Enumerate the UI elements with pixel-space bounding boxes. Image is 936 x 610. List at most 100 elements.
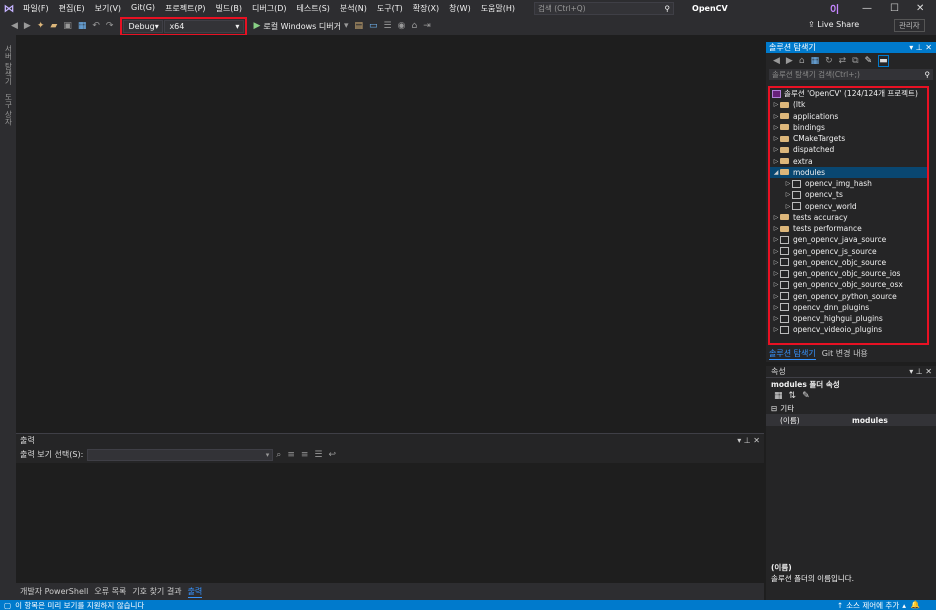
expand-arrow-icon[interactable]: ▷ <box>772 146 780 153</box>
solution-root[interactable]: 솔루션 'OpenCV' (124/124개 프로젝트) <box>770 88 927 99</box>
tree-item[interactable]: ▷ tests performance <box>770 223 927 234</box>
platform-dropdown[interactable]: x64 ▾ <box>164 19 245 33</box>
align-left-icon[interactable]: ≡ <box>287 450 295 460</box>
window-icon[interactable]: ▭ <box>369 21 378 31</box>
output-body[interactable] <box>16 463 764 584</box>
chevron-down-icon[interactable]: ▾ <box>344 21 349 31</box>
switch-view-icon[interactable]: ▦ <box>811 56 820 66</box>
browse-icon[interactable]: ▤ <box>355 21 364 31</box>
tree-item[interactable]: ▷ gen_opencv_python_source <box>770 291 927 302</box>
properties-wrench-icon[interactable]: ✎ <box>865 56 873 66</box>
search-input[interactable]: 검색 (Ctrl+Q) ⚲ <box>534 2 675 15</box>
home-icon[interactable]: ⌂ <box>799 56 805 66</box>
menu-item[interactable]: 분석(N) <box>335 3 372 14</box>
tree-item[interactable]: ▷ opencv_highgui_plugins <box>770 313 927 324</box>
tree-item[interactable]: ▷ opencv_world <box>770 201 927 212</box>
clear-icon[interactable]: ☰ <box>314 450 322 460</box>
expand-arrow-icon[interactable]: ▷ <box>772 293 780 300</box>
history-icon[interactable]: ↻ <box>825 56 833 66</box>
expand-arrow-icon[interactable]: ▷ <box>784 191 792 198</box>
forward-icon[interactable]: ▶ <box>24 21 31 31</box>
menu-item[interactable]: 프로젝트(P) <box>160 3 211 14</box>
open-folder-icon[interactable]: ▰ <box>50 21 57 31</box>
tree-item[interactable]: ▷ gen_opencv_objc_source <box>770 257 927 268</box>
menu-item[interactable]: 창(W) <box>444 3 476 14</box>
notification-icon[interactable]: 🔔 <box>911 600 920 609</box>
tab-find-symbol-results[interactable]: 기호 찾기 결과 <box>132 586 181 597</box>
properties-subject[interactable]: modules 폴더 속성 <box>766 378 936 390</box>
tree-item[interactable]: ▷ CMakeTargets <box>770 133 927 144</box>
tree-item[interactable]: ▷ gen_opencv_js_source <box>770 246 927 257</box>
solution-search-input[interactable]: 솔루션 탐색기 검색(Ctrl+;) ⚲ <box>769 69 933 80</box>
tree-item[interactable]: ▷ (ltk <box>770 99 927 110</box>
export-icon[interactable]: ⇥ <box>423 21 431 31</box>
tree-item[interactable]: ▷ opencv_dnn_plugins <box>770 302 927 313</box>
undo-icon[interactable]: ↶ <box>92 21 100 31</box>
menu-item[interactable]: Git(G) <box>126 3 160 14</box>
expand-arrow-icon[interactable]: ▷ <box>772 281 780 288</box>
home-icon[interactable]: ⌂ <box>411 21 417 31</box>
menu-item[interactable]: 디버그(D) <box>247 3 291 14</box>
output-source-select[interactable]: ▾ <box>87 448 274 461</box>
tree-item[interactable]: ▷ gen_opencv_objc_source_ios <box>770 268 927 279</box>
back-icon[interactable]: ◀ <box>11 21 18 31</box>
tree-item[interactable]: ◢ modules <box>770 166 927 178</box>
expand-arrow-icon[interactable]: ▷ <box>772 113 780 120</box>
start-debug-icon[interactable]: ▶ <box>253 21 260 31</box>
user-avatar[interactable]: 이 <box>830 1 839 16</box>
tree-item[interactable]: ▷ opencv_img_hash <box>770 178 927 189</box>
menu-item[interactable]: 보기(V) <box>90 3 126 14</box>
tree-item[interactable]: ▷ gen_opencv_java_source <box>770 234 927 245</box>
menu-item[interactable]: 확장(X) <box>408 3 444 14</box>
tab-git-changes[interactable]: Git 변경 내용 <box>822 348 868 359</box>
new-item-icon[interactable]: ✦ <box>37 21 45 31</box>
alphabetical-icon[interactable]: ⇅ <box>789 391 797 401</box>
expand-arrow-icon[interactable]: ▷ <box>772 225 780 232</box>
align-right-icon[interactable]: ≡ <box>301 450 309 460</box>
expand-arrow-icon[interactable]: ▷ <box>772 326 780 333</box>
categorized-icon[interactable]: ▦ <box>774 391 783 401</box>
menu-item[interactable]: 테스트(S) <box>292 3 335 14</box>
close-icon[interactable]: ✕ <box>916 0 924 17</box>
panel-controls-icon[interactable]: ▾ ⊥ ✕ <box>909 43 932 52</box>
camera-icon[interactable]: ◉ <box>398 21 406 31</box>
panel-controls-icon[interactable]: ▾ ⊥ ✕ <box>737 436 760 445</box>
tree-item[interactable]: ▷ opencv_ts <box>770 189 927 200</box>
menu-item[interactable]: 편집(E) <box>54 3 90 14</box>
menu-item[interactable]: 도구(T) <box>372 3 408 14</box>
preview-icon[interactable]: ▬ <box>878 55 889 67</box>
visual-studio-logo-icon[interactable]: ⋈ <box>0 0 18 17</box>
menu-item[interactable]: 파일(F) <box>18 3 54 14</box>
pending-changes-icon[interactable]: ⧉ <box>852 56 858 66</box>
expand-arrow-icon[interactable]: ▷ <box>772 236 780 243</box>
expand-arrow-icon[interactable]: ▷ <box>772 270 780 277</box>
expand-arrow-icon[interactable]: ▷ <box>784 203 792 210</box>
expand-arrow-icon[interactable]: ▷ <box>772 214 780 221</box>
toolbox-tab[interactable]: 도구 상자 <box>3 93 14 125</box>
tree-item[interactable]: ▷ extra <box>770 156 927 167</box>
expand-arrow-icon[interactable]: ▷ <box>772 135 780 142</box>
property-row-name[interactable]: (이름) modules <box>766 414 936 426</box>
menu-item[interactable]: 빌드(B) <box>211 3 247 14</box>
admin-badge[interactable]: 관리자 <box>894 19 925 32</box>
find-icon[interactable]: ⌕ <box>276 450 281 460</box>
tree-item[interactable]: ▷ tests accuracy <box>770 212 927 223</box>
tree-item[interactable]: ▷ opencv_videoio_plugins <box>770 324 927 335</box>
tree-item[interactable]: ▷ gen_opencv_objc_source_osx <box>770 279 927 290</box>
wrench-icon[interactable]: ✎ <box>802 391 810 401</box>
property-category[interactable]: ⊟ 기타 <box>766 402 936 414</box>
expand-arrow-icon[interactable]: ◢ <box>772 169 780 176</box>
sync-icon[interactable]: ⇄ <box>839 56 847 66</box>
tab-output[interactable]: 출력 <box>187 586 203 598</box>
live-share-button[interactable]: ⇪ Live Share <box>808 20 859 29</box>
menu-item[interactable]: 도움말(H) <box>476 3 520 14</box>
tab-solution-explorer[interactable]: 솔루션 탐색기 <box>769 348 816 360</box>
expand-arrow-icon[interactable]: ▷ <box>772 124 780 131</box>
maximize-icon[interactable]: ☐ <box>890 0 899 17</box>
source-control-button[interactable]: ↑ 소스 제어에 추가 ▴ <box>837 600 906 610</box>
minimize-icon[interactable]: — <box>862 0 872 17</box>
debugger-button[interactable]: 로컬 Windows 디버거 <box>263 21 341 32</box>
back-icon[interactable]: ◀ <box>773 56 780 66</box>
expand-arrow-icon[interactable]: ▷ <box>772 315 780 322</box>
panel-controls-icon[interactable]: ▾ ⊥ ✕ <box>909 367 932 376</box>
